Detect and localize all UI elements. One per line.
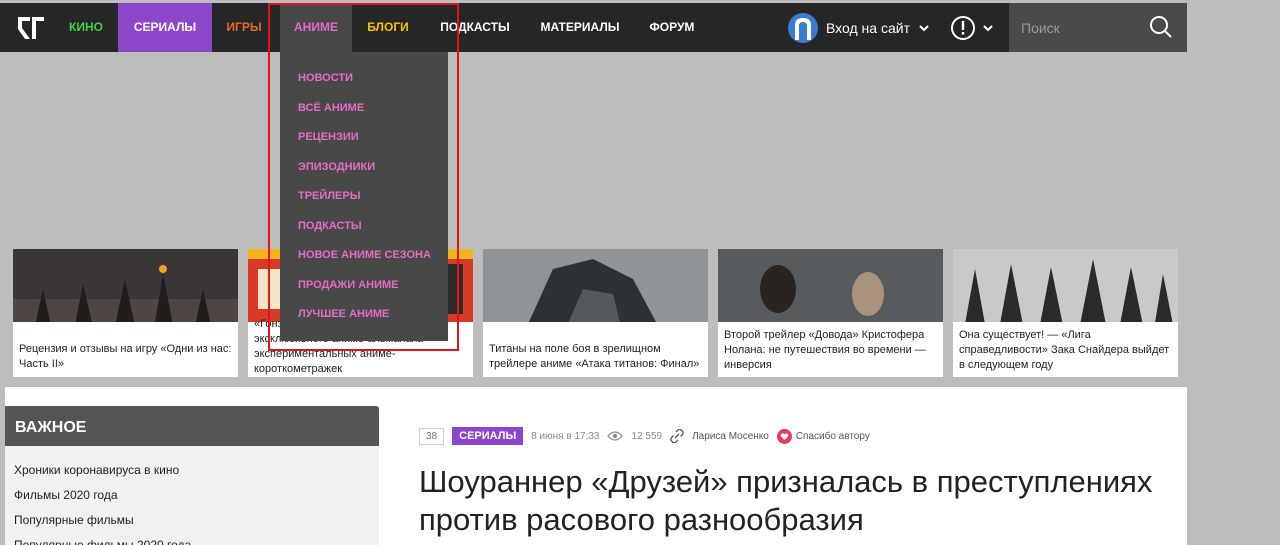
news-card[interactable]: Рецензия и отзывы на игру «Одни из нас: … — [13, 249, 238, 377]
thanks-author-button[interactable]: Спасибо автору — [776, 428, 870, 444]
search-icon[interactable] — [1149, 15, 1173, 39]
dropdown-item-episode-guides[interactable]: ЭПИЗОДНИКИ — [280, 155, 448, 185]
dropdown-item-all-anime[interactable]: ВСЁ АНИМЕ — [280, 96, 448, 126]
anime-dropdown-menu: НОВОСТИ ВСЁ АНИМЕ РЕЦЕНЗИИ ЭПИЗОДНИКИ ТР… — [280, 52, 448, 341]
card-thumbnail — [953, 249, 1178, 322]
publish-date: 8 июня в 17:33 — [531, 430, 600, 442]
sidebar-heading: ВАЖНОЕ — [5, 406, 379, 446]
sidebar-link[interactable]: Популярные фильмы 2020 года — [5, 533, 379, 545]
dropdown-item-reviews[interactable]: РЕЦЕНЗИИ — [280, 125, 448, 155]
article-meta: 38 СЕРИАЛЫ 8 июня в 17:33 12 559 Лариса … — [419, 426, 870, 446]
heart-icon — [776, 428, 792, 444]
card-caption: Титаны на поле боя в зрелищном трейлере … — [489, 343, 700, 370]
dropdown-item-best-anime[interactable]: ЛУЧШЕЕ АНИМЕ — [280, 302, 448, 332]
card-caption: Она существует! — «Лига справедливости» … — [959, 329, 1170, 371]
login-label: Вход на сайт — [826, 19, 910, 36]
eye-icon — [607, 431, 624, 441]
nav-item-serials[interactable]: СЕРИАЛЫ — [118, 3, 212, 52]
thanks-label: Спасибо автору — [795, 430, 870, 442]
sidebar-link[interactable]: Фильмы 2020 года — [5, 483, 379, 508]
notifications-button[interactable] — [950, 3, 994, 52]
user-avatar-icon — [788, 12, 818, 43]
alert-icon — [951, 15, 975, 40]
card-caption: Рецензия и отзывы на игру «Одни из нас: … — [19, 343, 232, 370]
dropdown-item-trailers[interactable]: ТРЕЙЛЕРЫ — [280, 184, 448, 214]
logo-icon — [18, 16, 44, 39]
nav-item-anime[interactable]: АНИМЕ — [280, 3, 352, 52]
login-button[interactable]: Вход на сайт — [788, 3, 930, 52]
news-card[interactable]: Она существует! — «Лига справедливости» … — [953, 249, 1178, 377]
comments-count[interactable]: 38 — [419, 427, 445, 445]
link-icon[interactable] — [670, 429, 684, 443]
nav-item-forum[interactable]: ФОРУМ — [640, 3, 704, 52]
nav-item-materials[interactable]: МАТЕРИАЛЫ — [532, 3, 628, 52]
sidebar-link[interactable]: Хроники коронавируса в кино — [5, 458, 379, 483]
news-card[interactable]: Титаны на поле боя в зрелищном трейлере … — [483, 249, 708, 377]
card-thumbnail — [483, 249, 708, 322]
author-name[interactable]: Лариса Мосенко — [692, 431, 769, 442]
site-logo[interactable] — [8, 3, 54, 52]
nav-item-games[interactable]: ИГРЫ — [216, 3, 272, 52]
nav-item-podcasts[interactable]: ПОДКАСТЫ — [432, 3, 518, 52]
dropdown-item-new-season[interactable]: НОВОЕ АНИМЕ СЕЗОНА — [280, 243, 448, 273]
card-caption: Второй трейлер «Довода» Кристофера Нолан… — [724, 329, 926, 371]
nav-item-blogs[interactable]: БЛОГИ — [356, 3, 420, 52]
chevron-down-icon — [919, 24, 929, 31]
search-input[interactable] — [1009, 3, 1149, 52]
news-card[interactable]: Второй трейлер «Довода» Кристофера Нолан… — [718, 249, 943, 377]
search-box — [1009, 3, 1187, 52]
top-navigation: КИНО СЕРИАЛЫ ИГРЫ АНИМЕ БЛОГИ ПОДКАСТЫ М… — [0, 3, 1187, 52]
category-tag[interactable]: СЕРИАЛЫ — [452, 427, 524, 445]
card-thumbnail — [718, 249, 943, 322]
views-count: 12 559 — [631, 430, 663, 442]
dropdown-item-news[interactable]: НОВОСТИ — [280, 66, 448, 96]
article-title: Шоураннер «Друзей» призналась в преступл… — [419, 464, 1153, 537]
sidebar-link[interactable]: Популярные фильмы — [5, 508, 379, 533]
card-thumbnail — [13, 249, 238, 322]
chevron-down-icon — [983, 24, 993, 31]
dropdown-item-podcasts[interactable]: ПОДКАСТЫ — [280, 214, 448, 244]
nav-item-kino[interactable]: КИНО — [60, 3, 112, 52]
sidebar-important: ВАЖНОЕ Хроники коронавируса в кино Фильм… — [5, 406, 379, 545]
dropdown-item-anime-sales[interactable]: ПРОДАЖИ АНИМЕ — [280, 273, 448, 303]
